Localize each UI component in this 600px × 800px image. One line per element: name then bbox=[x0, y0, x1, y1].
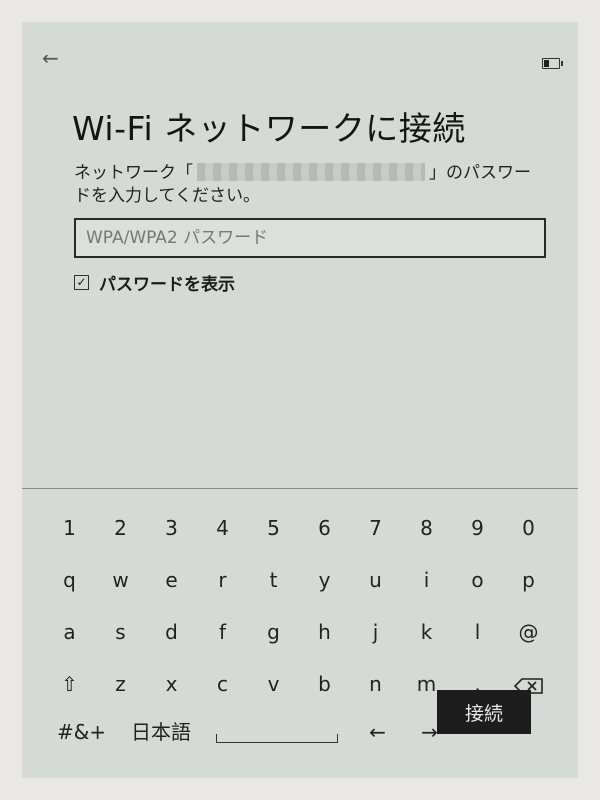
show-password-label: パスワードを表示 bbox=[99, 275, 235, 295]
show-password-toggle[interactable]: ✓ パスワードを表示 bbox=[74, 270, 235, 295]
language-key[interactable]: 日本語 bbox=[126, 712, 196, 752]
key-9[interactable]: 9 bbox=[452, 508, 503, 548]
battery-icon bbox=[542, 58, 563, 69]
key-3[interactable]: 3 bbox=[146, 508, 197, 548]
key-e[interactable]: e bbox=[146, 560, 197, 600]
key-h[interactable]: h bbox=[299, 612, 350, 652]
key-0[interactable]: 0 bbox=[503, 508, 554, 548]
key-r[interactable]: r bbox=[197, 560, 248, 600]
key-f[interactable]: f bbox=[197, 612, 248, 652]
key-z[interactable]: z bbox=[95, 664, 146, 704]
key-u[interactable]: u bbox=[350, 560, 401, 600]
key-j[interactable]: j bbox=[350, 612, 401, 652]
keyboard-row-numbers: 1 2 3 4 5 6 7 8 9 0 bbox=[44, 508, 564, 548]
cursor-left-key[interactable]: ← bbox=[352, 712, 403, 752]
key-d[interactable]: d bbox=[146, 612, 197, 652]
checkbox-checked-icon[interactable]: ✓ bbox=[74, 275, 89, 290]
space-key[interactable] bbox=[216, 734, 338, 743]
key-b[interactable]: b bbox=[299, 664, 350, 704]
keyboard-row-asdf: a s d f g h j k l @ bbox=[44, 612, 564, 652]
redacted-network-name bbox=[197, 163, 425, 181]
key-6[interactable]: 6 bbox=[299, 508, 350, 548]
key-7[interactable]: 7 bbox=[350, 508, 401, 548]
keyboard-row-qwerty: q w e r t y u i o p bbox=[44, 560, 564, 600]
key-k[interactable]: k bbox=[401, 612, 452, 652]
key-5[interactable]: 5 bbox=[248, 508, 299, 548]
key-n[interactable]: n bbox=[350, 664, 401, 704]
key-at[interactable]: @ bbox=[503, 612, 554, 652]
key-q[interactable]: q bbox=[44, 560, 95, 600]
key-v[interactable]: v bbox=[248, 664, 299, 704]
key-a[interactable]: a bbox=[44, 612, 95, 652]
key-l[interactable]: l bbox=[452, 612, 503, 652]
key-c[interactable]: c bbox=[197, 664, 248, 704]
key-w[interactable]: w bbox=[95, 560, 146, 600]
key-p[interactable]: p bbox=[503, 560, 554, 600]
key-s[interactable]: s bbox=[95, 612, 146, 652]
key-y[interactable]: y bbox=[299, 560, 350, 600]
back-arrow-icon[interactable]: ← bbox=[42, 48, 59, 68]
password-input[interactable] bbox=[74, 218, 546, 258]
key-1[interactable]: 1 bbox=[44, 508, 95, 548]
prompt-prefix: ネットワーク「 bbox=[74, 163, 193, 183]
connect-button[interactable]: 接続 bbox=[437, 690, 531, 734]
password-prompt: ネットワーク「 」のパスワードを入力してください。 bbox=[74, 162, 534, 208]
page-title: Wi-Fi ネットワークに接続 bbox=[72, 109, 466, 148]
keyboard-divider bbox=[22, 488, 578, 489]
key-4[interactable]: 4 bbox=[197, 508, 248, 548]
shift-key-icon[interactable]: ⇧ bbox=[44, 664, 95, 704]
key-i[interactable]: i bbox=[401, 560, 452, 600]
key-x[interactable]: x bbox=[146, 664, 197, 704]
key-t[interactable]: t bbox=[248, 560, 299, 600]
key-8[interactable]: 8 bbox=[401, 508, 452, 548]
symbols-key[interactable]: #&+ bbox=[56, 712, 107, 752]
key-g[interactable]: g bbox=[248, 612, 299, 652]
wifi-connect-screen: ← Wi-Fi ネットワークに接続 ネットワーク「 」のパスワードを入力してくださ… bbox=[22, 22, 578, 778]
key-2[interactable]: 2 bbox=[95, 508, 146, 548]
key-o[interactable]: o bbox=[452, 560, 503, 600]
